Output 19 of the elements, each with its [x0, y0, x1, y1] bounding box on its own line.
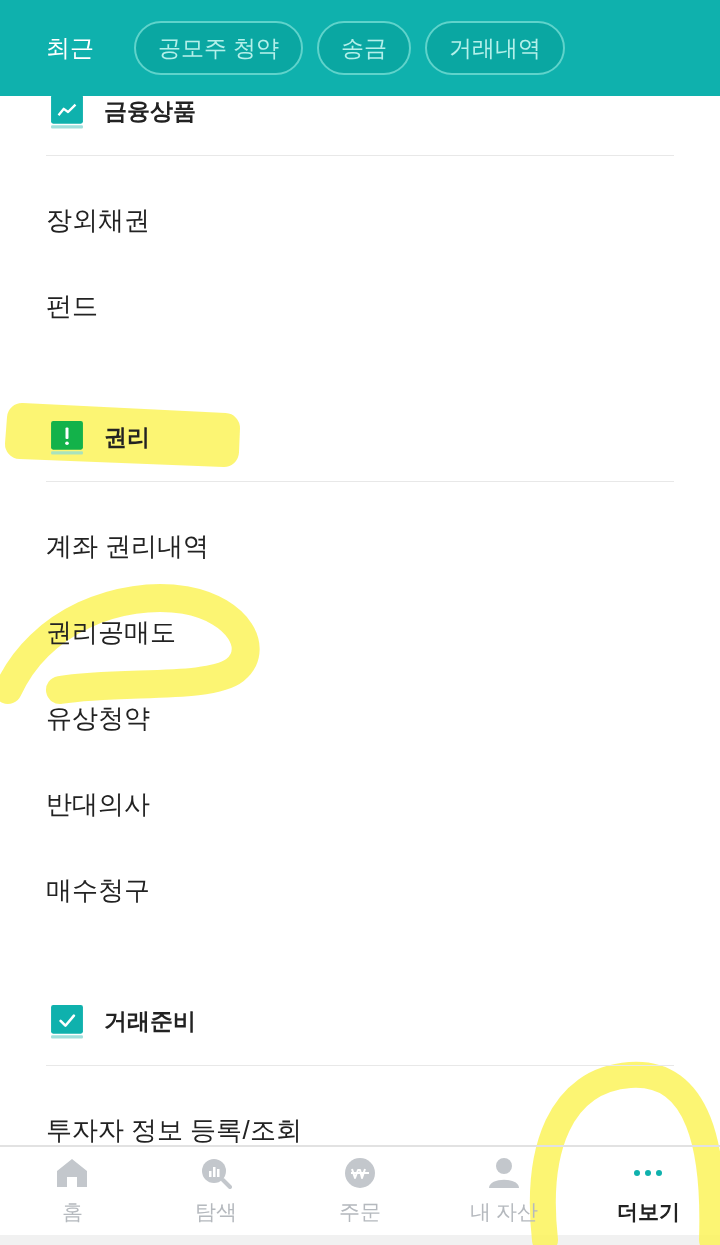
checkmark-icon [50, 1004, 84, 1039]
section-title: 권리 [104, 423, 150, 453]
menu-item[interactable]: 계좌 권리내역 [46, 526, 210, 566]
nav-tab[interactable]: 더보기 [576, 1147, 720, 1235]
section-title: 금융상품 [104, 97, 196, 127]
exclamation-icon [50, 420, 84, 455]
menu-item[interactable]: 펀드 [46, 286, 98, 326]
more-icon [632, 1167, 664, 1178]
menu-item[interactable]: 투자자 정보 등록/조회 [46, 1110, 302, 1145]
section-title: 거래준비 [104, 1007, 196, 1037]
recent-label: 최근 [46, 33, 94, 63]
won-coin-icon [344, 1156, 376, 1189]
menu-item[interactable]: 장외채권 [46, 200, 150, 240]
search-icon [200, 1156, 232, 1189]
menu-item[interactable]: 매수청구 [46, 870, 150, 910]
home-icon [55, 1156, 89, 1189]
person-icon [488, 1156, 520, 1189]
menu-item[interactable]: 반대의사 [46, 784, 150, 824]
menu-item[interactable]: 유상청약 [46, 698, 150, 738]
